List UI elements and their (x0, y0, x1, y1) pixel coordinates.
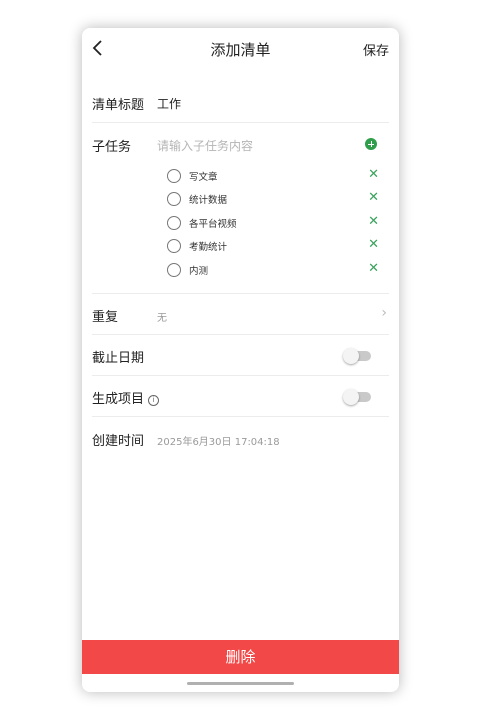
deadline-toggle[interactable] (343, 348, 371, 364)
divider (92, 334, 389, 335)
subtask-text: 统计数据 (189, 195, 228, 206)
list-title-label: 清单标题 (92, 98, 145, 113)
subtask-item: 写文章 ✕ (167, 168, 389, 186)
remove-subtask-icon[interactable]: ✕ (368, 215, 379, 229)
phone-screen: 添加清单 保存 清单标题 工作 子任务 请输入子任务内容 写文章 ✕ 统计数据 … (82, 28, 399, 692)
repeat-row[interactable]: 重复 无 › (92, 305, 389, 326)
subtask-checkbox[interactable] (167, 169, 181, 183)
home-indicator (187, 682, 294, 685)
subtask-checkbox[interactable] (167, 192, 181, 206)
remove-subtask-icon[interactable]: ✕ (368, 191, 379, 205)
chevron-right-icon[interactable]: › (381, 305, 387, 321)
generate-project-row: 生成项目 i (92, 388, 389, 408)
subtask-label: 子任务 (92, 140, 132, 155)
subtask-text: 写文章 (189, 172, 218, 183)
subtask-checkbox[interactable] (167, 239, 181, 253)
repeat-label: 重复 (92, 310, 119, 325)
deadline-label: 截止日期 (92, 351, 145, 366)
delete-button[interactable]: 删除 (82, 640, 399, 674)
subtask-item: 各平台视频 ✕ (167, 215, 389, 233)
add-subtask-icon[interactable] (365, 138, 377, 150)
remove-subtask-icon[interactable]: ✕ (368, 168, 379, 182)
subtask-list: 写文章 ✕ 统计数据 ✕ 各平台视频 ✕ 考勤统计 ✕ 内测 ✕ (92, 168, 389, 288)
created-time-row: 创建时间 2025年6月30日 17:04:18 (92, 430, 389, 450)
deadline-row: 截止日期 (92, 347, 389, 367)
subtask-checkbox[interactable] (167, 216, 181, 230)
page-title: 添加清单 (210, 41, 271, 59)
created-time-value: 2025年6月30日 17:04:18 (157, 437, 280, 448)
divider (92, 122, 389, 123)
subtask-text: 内测 (189, 266, 209, 277)
save-button[interactable]: 保存 (363, 40, 389, 59)
subtask-item: 内测 ✕ (167, 262, 389, 280)
repeat-value: 无 (157, 313, 167, 324)
info-icon[interactable]: i (148, 395, 160, 406)
list-title-row: 清单标题 工作 (92, 94, 389, 114)
created-time-label: 创建时间 (92, 434, 145, 449)
divider (92, 416, 389, 417)
subtask-text: 各平台视频 (189, 219, 237, 230)
subtask-input[interactable]: 请输入子任务内容 (157, 137, 253, 154)
remove-subtask-icon[interactable]: ✕ (368, 262, 379, 276)
remove-subtask-icon[interactable]: ✕ (368, 238, 379, 252)
divider (92, 293, 389, 294)
subtask-checkbox[interactable] (167, 263, 181, 277)
toggle-knob (343, 389, 359, 405)
header: 添加清单 保存 (82, 28, 399, 68)
generate-project-label: 生成项目 (92, 392, 145, 407)
subtask-input-row: 子任务 请输入子任务内容 (92, 136, 389, 156)
subtask-text: 考勤统计 (189, 242, 228, 253)
generate-project-label-wrap: 生成项目 i (92, 388, 160, 407)
list-title-input[interactable]: 工作 (157, 95, 181, 112)
toggle-knob (343, 348, 359, 364)
divider (92, 375, 389, 376)
subtask-item: 统计数据 ✕ (167, 191, 389, 209)
subtask-item: 考勤统计 ✕ (167, 238, 389, 256)
generate-project-toggle[interactable] (343, 389, 371, 405)
